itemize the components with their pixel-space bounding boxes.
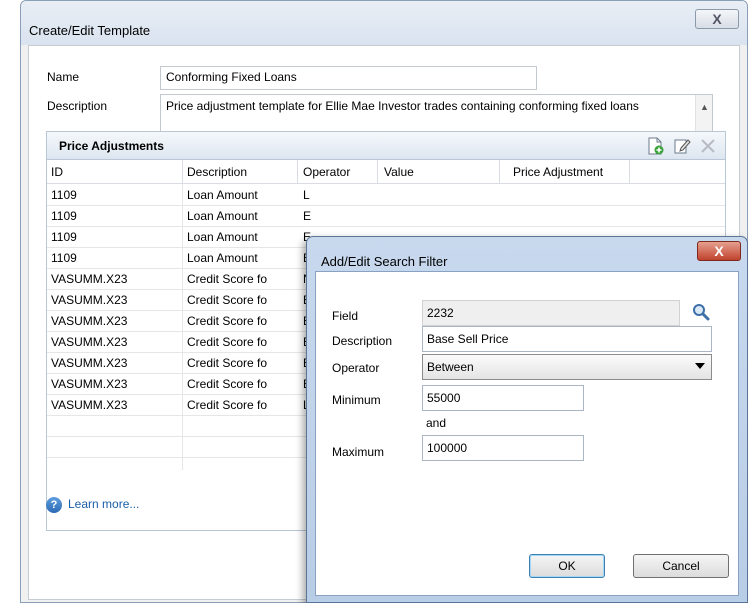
column-separator[interactable] xyxy=(629,160,630,184)
dialog-close-button[interactable]: X xyxy=(697,241,741,261)
chevron-down-icon[interactable] xyxy=(695,363,705,369)
price-adjustments-title: Price Adjustments xyxy=(59,139,164,153)
help-icon[interactable]: ? xyxy=(46,497,62,513)
cell-description: Credit Score fo xyxy=(187,356,268,370)
name-label: Name xyxy=(47,70,80,84)
maximum-input[interactable]: 100000 xyxy=(422,435,584,461)
cell-id: 1109 xyxy=(51,209,77,223)
scroll-up-icon[interactable]: ▲ xyxy=(696,99,713,115)
minimum-label: Minimum xyxy=(332,393,381,407)
window-close-button[interactable]: X xyxy=(695,9,739,29)
cell-description: Credit Score fo xyxy=(187,293,268,307)
cell-description: Loan Amount xyxy=(187,209,258,223)
description-input[interactable]: Base Sell Price xyxy=(422,326,712,352)
column-header-id[interactable]: ID xyxy=(51,165,63,179)
cell-description: Loan Amount xyxy=(187,251,258,265)
cell-id: VASUMM.X23 xyxy=(51,398,128,412)
table-row[interactable]: 1109 Loan Amount L xyxy=(47,185,725,206)
column-header-price-adjustment[interactable]: Price Adjustment xyxy=(513,165,603,179)
field-label: Field xyxy=(332,309,359,323)
cell-id: VASUMM.X23 xyxy=(51,272,128,286)
cell-description: Credit Score fo xyxy=(187,377,268,391)
cell-id: VASUMM.X23 xyxy=(51,314,128,328)
cell-description: Credit Score fo xyxy=(187,314,268,328)
column-header-value[interactable]: Value xyxy=(384,165,414,179)
learn-more-text[interactable]: Learn more... xyxy=(68,497,139,511)
column-separator[interactable] xyxy=(499,160,500,184)
search-icon[interactable] xyxy=(691,302,711,325)
add-edit-search-filter-dialog: Add/Edit Search Filter X Field 2232 Desc… xyxy=(306,236,748,603)
cell-description: Credit Score fo xyxy=(187,335,268,349)
cell-id: 1109 xyxy=(51,251,77,265)
cell-id: 1109 xyxy=(51,188,77,202)
cell-id: VASUMM.X23 xyxy=(51,335,128,349)
grid-header: ID Description Operator Value Price Adju… xyxy=(47,160,725,184)
operator-label: Operator xyxy=(332,361,380,375)
dialog-body: Field 2232 Description Base Sell Price O… xyxy=(315,271,739,596)
edit-icon[interactable] xyxy=(673,137,691,155)
table-row[interactable]: 1109 Loan Amount E xyxy=(47,206,725,227)
dialog-title: Add/Edit Search Filter xyxy=(321,254,448,269)
description-label: Description xyxy=(332,334,393,348)
field-input: 2232 xyxy=(422,300,680,326)
cell-description: Loan Amount xyxy=(187,230,258,244)
window-titlebar[interactable]: Create/Edit Template X xyxy=(21,1,747,45)
description-label: Description xyxy=(47,99,108,113)
column-separator[interactable] xyxy=(297,160,298,184)
cell-id: 1109 xyxy=(51,230,77,244)
column-header-description[interactable]: Description xyxy=(187,165,247,179)
column-separator[interactable] xyxy=(377,160,378,184)
learn-more-link[interactable]: ? Learn more... xyxy=(46,497,139,513)
column-header-operator[interactable]: Operator xyxy=(303,165,350,179)
and-label: and xyxy=(426,416,447,430)
column-separator[interactable] xyxy=(182,160,183,184)
cell-description: Loan Amount xyxy=(187,188,258,202)
operator-select[interactable]: Between xyxy=(422,354,712,380)
maximum-label: Maximum xyxy=(332,445,385,459)
cell-operator: E xyxy=(303,209,312,223)
add-doc-icon[interactable] xyxy=(646,137,664,155)
cell-description: Credit Score fo xyxy=(187,272,268,286)
ok-button[interactable]: OK xyxy=(529,554,605,578)
name-input[interactable]: Conforming Fixed Loans xyxy=(160,66,537,90)
description-text: Price adjustment template for Ellie Mae … xyxy=(166,99,639,113)
cell-operator: L xyxy=(303,188,310,202)
cancel-button[interactable]: Cancel xyxy=(633,554,729,578)
cell-id: VASUMM.X23 xyxy=(51,356,128,370)
minimum-input[interactable]: 55000 xyxy=(422,385,584,411)
operator-selected-value: Between xyxy=(427,360,474,374)
price-adjustments-header: Price Adjustments xyxy=(47,132,725,160)
cell-id: VASUMM.X23 xyxy=(51,377,128,391)
window-title: Create/Edit Template xyxy=(29,23,151,38)
delete-icon[interactable] xyxy=(699,137,717,155)
cell-description: Credit Score fo xyxy=(187,398,268,412)
cell-id: VASUMM.X23 xyxy=(51,293,128,307)
